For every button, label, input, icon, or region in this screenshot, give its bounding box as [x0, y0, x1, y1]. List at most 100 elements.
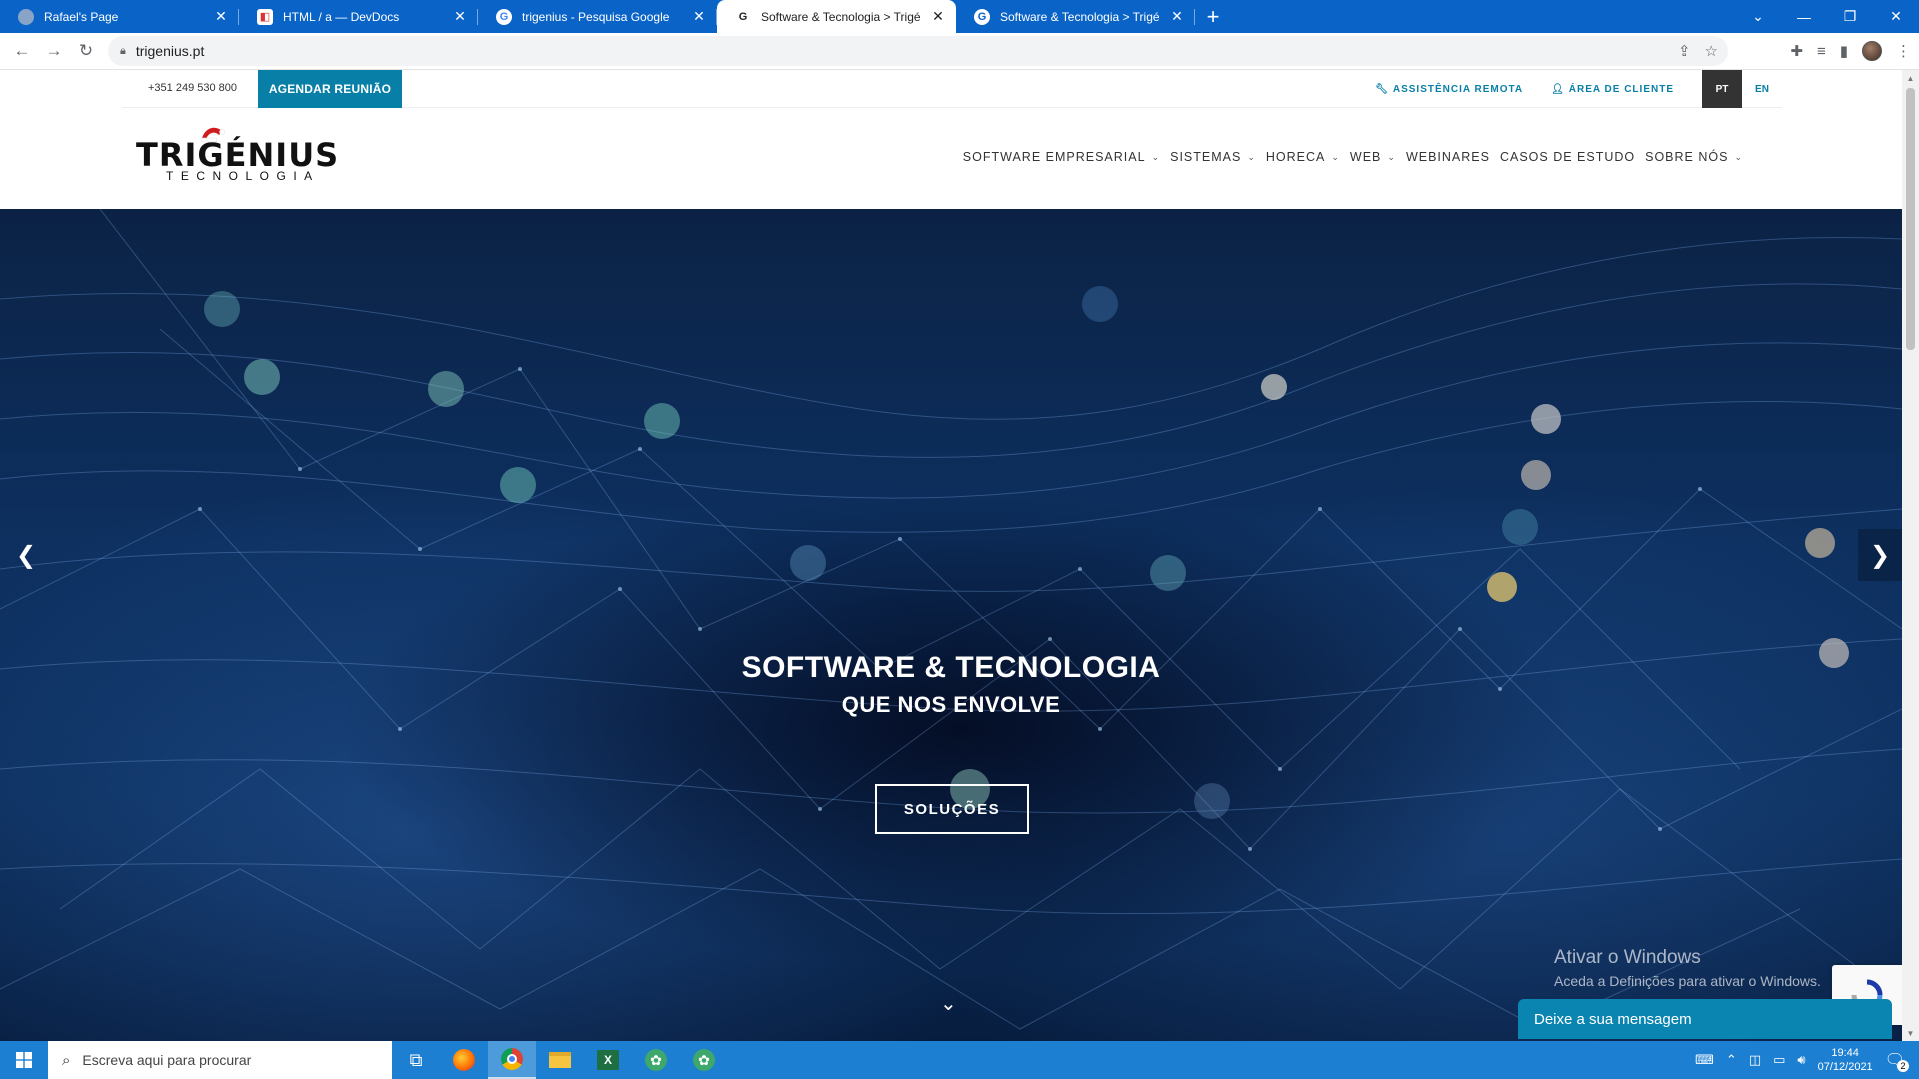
restore-icon[interactable]: ❐: [1827, 0, 1873, 33]
chrome-icon[interactable]: [488, 1041, 536, 1079]
menu-kebab-icon[interactable]: ⋮: [1896, 42, 1911, 60]
lock-icon: 🔒︎: [120, 44, 126, 57]
chevron-left-icon: ❮: [15, 541, 37, 569]
bookmark-star-icon[interactable]: ☆: [1705, 42, 1718, 60]
excel-icon[interactable]: X: [584, 1041, 632, 1079]
close-window-icon[interactable]: ✕: [1873, 0, 1919, 33]
browser-toolbar: ← → ↻ 🔒︎ trigenius.pt ⇪ ☆ ✚ ≡ ▮ ⋮: [0, 33, 1919, 70]
window-controls: ⌄ — ❐ ✕: [1735, 0, 1919, 33]
close-icon[interactable]: ✕: [1169, 8, 1185, 25]
nav-label: WEBINARES: [1405, 150, 1490, 164]
clock-date: 07/12/2021: [1817, 1061, 1873, 1073]
chevron-down-icon: ⌄: [1331, 151, 1340, 162]
search-placeholder: Escreva aqui para procurar: [82, 1052, 252, 1068]
tab-search-icon[interactable]: ⌄: [1735, 0, 1781, 33]
phone-number[interactable]: +351 249 530 800: [148, 82, 237, 94]
notification-center-icon[interactable]: 🗨︎ 2: [1885, 1050, 1909, 1072]
browser-tab[interactable]: G Software & Tecnologia > Trigénius ✕: [956, 0, 1195, 33]
client-area-link[interactable]: 👤︎ ÁREA DE CLIENTE: [1551, 84, 1674, 95]
scroll-up-arrow-icon[interactable]: ▲: [1902, 70, 1919, 86]
share-icon[interactable]: ⇪: [1678, 42, 1691, 60]
windows-start-button[interactable]: [0, 1041, 48, 1079]
chevron-down-icon: ⌄: [1734, 151, 1743, 162]
windows-taskbar: ⌕ Escreva aqui para procurar ⧉ X ✿ ✿ ⌨ ⌃…: [0, 1041, 1919, 1079]
back-icon[interactable]: ←: [6, 35, 38, 67]
nav-sobre-nos[interactable]: SOBRE NÓS ⌄: [1645, 150, 1743, 164]
volume-icon[interactable]: 🔊︎: [1797, 1052, 1805, 1068]
chevron-up-icon[interactable]: ⌃: [1726, 1052, 1737, 1068]
tab-title: Software & Tecnologia > Trigénius: [761, 9, 920, 24]
close-icon[interactable]: ✕: [691, 8, 707, 25]
camera-icon[interactable]: ◫: [1749, 1052, 1761, 1068]
devdocs-icon: ◧: [257, 8, 273, 25]
site-logo[interactable]: TRIGÉNIUS TECNOLOGIA: [136, 127, 356, 188]
google-icon: G: [974, 8, 990, 25]
browser-tab[interactable]: G trigenius - Pesquisa Google ✕: [478, 0, 717, 33]
firefox-icon[interactable]: [440, 1041, 488, 1079]
search-icon: ⌕: [62, 1051, 71, 1069]
windows-logo-icon: [16, 1052, 32, 1068]
main-navigation: SOFTWARE EMPRESARIAL ⌄ SISTEMAS ⌄ HORECA ⌄ …: [963, 150, 1743, 164]
nav-horeca[interactable]: HORECA ⌄: [1266, 150, 1340, 164]
nav-sistemas[interactable]: SISTEMAS ⌄: [1170, 150, 1256, 164]
scroll-down-arrow-icon[interactable]: ▼: [1902, 1025, 1919, 1041]
browser-tab-active[interactable]: G Software & Tecnologia > Trigénius ✕: [717, 0, 956, 33]
close-icon[interactable]: ✕: [930, 8, 946, 25]
task-view-icon[interactable]: ⧉: [392, 1041, 440, 1079]
scrollbar-thumb[interactable]: [1906, 88, 1915, 350]
taskbar-search-box[interactable]: ⌕ Escreva aqui para procurar: [48, 1041, 392, 1079]
media-control-icon[interactable]: ≡: [1817, 43, 1826, 60]
language-en[interactable]: EN: [1742, 70, 1782, 108]
slider-prev-button[interactable]: ❮: [4, 529, 48, 581]
keyboard-icon[interactable]: ⌨: [1695, 1052, 1714, 1068]
hero-title: SOFTWARE & TECNOLOGIA: [741, 651, 1161, 684]
chevron-right-icon: ❯: [1869, 541, 1891, 569]
taskbar-clock[interactable]: 19:44 07/12/2021: [1818, 1046, 1873, 1074]
browser-tab-strip: Rafael's Page ✕ ◧ HTML / a — DevDocs ✕ G…: [0, 0, 1919, 33]
nav-label: SOBRE NÓS: [1645, 150, 1729, 164]
schedule-meeting-button[interactable]: AGENDAR REUNIÃO: [258, 70, 402, 108]
minimize-icon[interactable]: —: [1781, 0, 1827, 33]
app-green-icon-2[interactable]: ✿: [680, 1041, 728, 1079]
nav-label: SISTEMAS: [1170, 150, 1242, 164]
new-tab-button[interactable]: +: [1195, 0, 1231, 33]
nav-software-empresarial[interactable]: SOFTWARE EMPRESARIAL ⌄: [963, 150, 1160, 164]
close-icon[interactable]: ✕: [452, 8, 468, 25]
site-top-bar: +351 249 530 800 AGENDAR REUNIÃO 🔧︎ ASSI…: [122, 70, 1782, 108]
forward-icon[interactable]: →: [38, 35, 70, 67]
solutions-button[interactable]: SOLUÇÕES: [875, 784, 1029, 834]
side-panel-icon[interactable]: ▮: [1840, 42, 1848, 60]
google-icon: G: [496, 8, 512, 25]
nav-label: SOFTWARE EMPRESARIAL: [962, 150, 1146, 164]
nav-label: WEB: [1349, 150, 1382, 164]
browser-tab[interactable]: ◧ HTML / a — DevDocs ✕: [239, 0, 478, 33]
extensions-icon[interactable]: ✚: [1790, 42, 1803, 60]
chevron-down-icon: ⌄: [1247, 151, 1256, 162]
profile-avatar[interactable]: [1862, 41, 1882, 61]
chat-widget-bar[interactable]: Deixe a sua mensagem: [1518, 999, 1892, 1039]
wrench-icon: 🔧︎: [1375, 83, 1389, 95]
browser-tab[interactable]: Rafael's Page ✕: [0, 0, 239, 33]
notification-count: 2: [1897, 1060, 1909, 1072]
address-bar[interactable]: 🔒︎ trigenius.pt ⇪ ☆: [108, 36, 1728, 66]
tab-title: Software & Tecnologia > Trigénius: [1000, 9, 1159, 24]
network-icon[interactable]: ▭: [1773, 1052, 1785, 1068]
nav-casos-de-estudo[interactable]: CASOS DE ESTUDO: [1500, 150, 1635, 164]
user-icon: 👤︎: [1551, 83, 1565, 95]
activation-subtitle: Aceda a Definições para ativar o Windows…: [1554, 973, 1821, 989]
language-pt[interactable]: PT: [1702, 70, 1742, 108]
scroll-down-chevron-icon[interactable]: ⌄: [940, 991, 957, 1016]
page-scrollbar[interactable]: ▲ ▼: [1902, 70, 1919, 1041]
remote-assist-link[interactable]: 🔧︎ ASSISTÊNCIA REMOTA: [1375, 84, 1523, 95]
reload-icon[interactable]: ↻: [70, 35, 102, 67]
close-icon[interactable]: ✕: [213, 8, 229, 25]
app-green-icon[interactable]: ✿: [632, 1041, 680, 1079]
client-area-label: ÁREA DE CLIENTE: [1568, 83, 1674, 95]
file-explorer-icon[interactable]: [536, 1041, 584, 1079]
hero-slider: ❮ ❯ SOFTWARE & TECNOLOGIA QUE NOS ENVOLV…: [0, 209, 1902, 1041]
nav-webinares[interactable]: WEBINARES: [1406, 150, 1490, 164]
url-text: trigenius.pt: [135, 43, 205, 59]
slider-next-button[interactable]: ❯: [1858, 529, 1902, 581]
chevron-down-icon: ⌄: [1387, 151, 1396, 162]
nav-web[interactable]: WEB ⌄: [1350, 150, 1396, 164]
